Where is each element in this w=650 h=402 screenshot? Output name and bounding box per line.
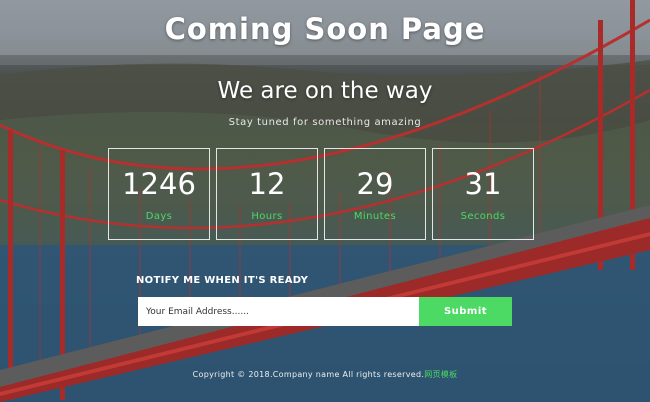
countdown-hours-value: 12 [248,167,286,201]
page-title: Coming Soon Page [164,12,486,46]
footer-link[interactable]: 网页模板 [424,370,457,379]
submit-button[interactable]: Submit [419,297,512,326]
footer: Copyright © 2018.Company name All rights… [0,369,650,380]
countdown-seconds: 31 Seconds [432,148,534,240]
email-field[interactable] [138,297,419,326]
countdown-days-value: 1246 [122,167,196,201]
countdown-minutes-value: 29 [356,167,394,201]
copyright-text: Copyright © 2018.Company name All rights… [192,370,425,379]
countdown-minutes-label: Minutes [353,211,397,222]
notify-label: NOTIFY ME WHEN IT'S READY [136,275,309,286]
countdown-days: 1246 Days [108,148,210,240]
countdown-hours-label: Hours [251,211,283,222]
countdown: 1246 Days 12 Hours 29 Minutes 31 Seconds [108,148,534,240]
countdown-minutes: 29 Minutes [324,148,426,240]
countdown-hours: 12 Hours [216,148,318,240]
countdown-seconds-value: 31 [464,167,502,201]
countdown-days-label: Days [145,211,173,222]
headline: We are on the way [217,78,433,104]
countdown-seconds-label: Seconds [460,211,506,222]
tagline: Stay tuned for something amazing [228,117,422,128]
